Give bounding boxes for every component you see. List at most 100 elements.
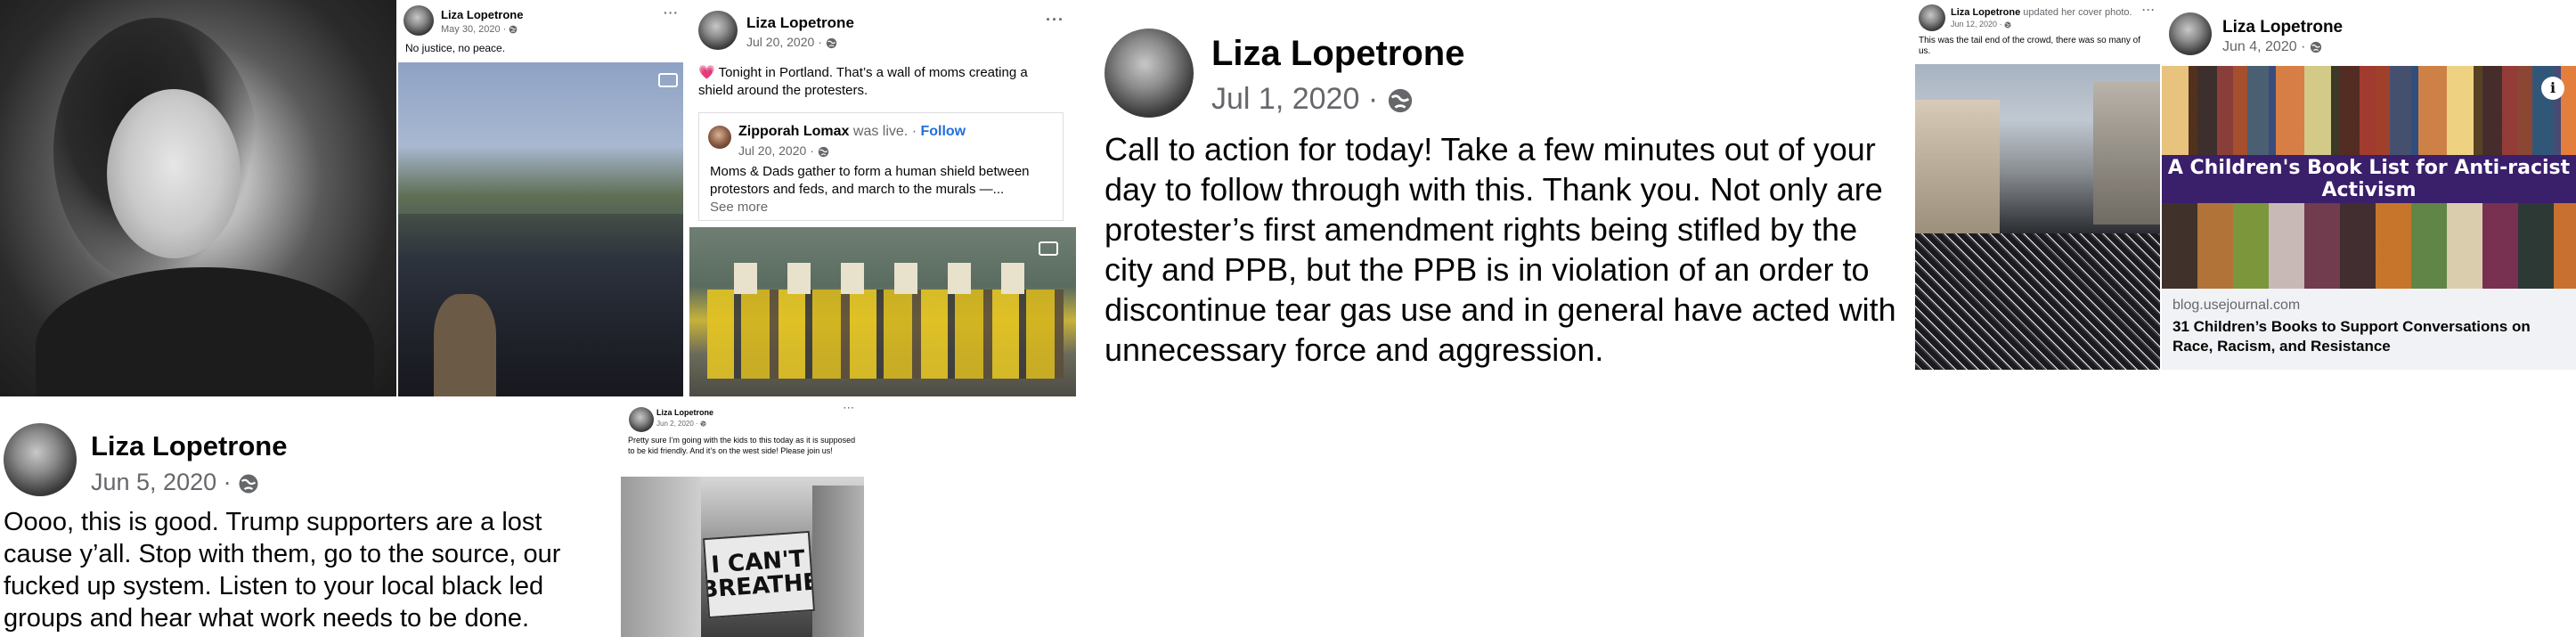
globe-icon: [1388, 88, 1412, 113]
author-name[interactable]: Liza Lopetrone: [656, 408, 713, 417]
globe-icon: [509, 25, 518, 34]
post-date-text: Jun 5, 2020: [91, 469, 217, 495]
post-no-justice: Liza Lopetrone May 30, 2020 · ··· No jus…: [398, 0, 683, 396]
video-icon[interactable]: [1039, 241, 1058, 256]
cover-header: Liza Lopetrone updated her cover photo.: [1951, 7, 2132, 18]
video-icon[interactable]: [658, 73, 678, 87]
post-text: 💗 Tonight in Portland. That’s a wall of …: [698, 65, 1028, 98]
separator: ·: [223, 469, 232, 495]
post-text: No justice, no peace.: [405, 42, 506, 54]
crowd-aerial-photo[interactable]: [1915, 64, 2160, 370]
link-preview-image[interactable]: A Children's Book List for Anti-racist A…: [2162, 66, 2576, 289]
shared-text: Moms & Dads gather to form a human shiel…: [710, 163, 1057, 216]
cover-action: updated her cover photo.: [2020, 7, 2132, 18]
portrait-face-shape: [107, 89, 240, 258]
post-date[interactable]: May 30, 2020 ·: [441, 24, 518, 35]
info-icon[interactable]: i: [2541, 77, 2564, 100]
post-date-text: May 30, 2020: [441, 24, 501, 35]
post-date[interactable]: Jun 5, 2020 ·: [91, 469, 259, 496]
shared-date[interactable]: Jul 20, 2020 ·: [738, 143, 829, 158]
author-name[interactable]: Liza Lopetrone: [1211, 34, 1464, 74]
post-text: Call to action for today! Take a few min…: [1105, 131, 1896, 368]
protest-sign: I CAN'T BREATHE: [703, 530, 815, 619]
avatar[interactable]: [1919, 4, 1945, 31]
portrait-shoulder-shape: [36, 267, 374, 396]
protest-sign-photo[interactable]: I CAN'T BREATHE: [621, 477, 864, 637]
globe-icon: [2310, 41, 2321, 53]
author-name[interactable]: Liza Lopetrone: [2222, 18, 2343, 37]
shared-header: Zipporah Lomax was live. · Follow: [738, 124, 966, 140]
post-date-text: Jul 1, 2020: [1211, 82, 1360, 116]
post-book-list: Liza Lopetrone Jun 4, 2020 · A Children'…: [2162, 0, 2576, 370]
author-name[interactable]: Liza Lopetrone: [91, 430, 287, 462]
separator: ·: [696, 420, 698, 428]
person-shape: [434, 294, 496, 396]
book-row-shape: [2162, 66, 2576, 155]
follow-button[interactable]: Follow: [920, 124, 966, 139]
post-date[interactable]: Jun 4, 2020 ·: [2222, 39, 2322, 55]
post-date[interactable]: Jun 12, 2020 ·: [1951, 20, 2011, 29]
avatar[interactable]: [2169, 12, 2212, 55]
building-shape: [621, 477, 701, 637]
avatar[interactable]: [698, 11, 738, 50]
post-trump-supporters: Liza Lopetrone Jun 5, 2020 · Oooo, this …: [0, 398, 619, 637]
globe-icon: [239, 474, 258, 494]
separator: ·: [502, 24, 507, 35]
book-list-banner: A Children's Book List for Anti-racist A…: [2162, 155, 2576, 203]
post-date[interactable]: Jun 2, 2020 ·: [656, 420, 706, 428]
globe-icon: [826, 37, 836, 48]
shared-live-card[interactable]: Zipporah Lomax was live. · Follow Jul 20…: [698, 112, 1064, 221]
avatar[interactable]: [708, 126, 731, 149]
marchers-shape: [707, 290, 1064, 379]
live-video-thumbnail[interactable]: [689, 227, 1076, 396]
more-options-icon[interactable]: ···: [664, 5, 679, 20]
shared-author-name[interactable]: Zipporah Lomax: [738, 124, 849, 139]
post-date-text: Jun 4, 2020: [2222, 39, 2297, 54]
post-date[interactable]: Jul 1, 2020 ·: [1211, 82, 1414, 117]
separator: ·: [810, 143, 814, 158]
separator: ·: [1367, 82, 1379, 116]
video-thumbnail[interactable]: [398, 62, 683, 396]
avatar[interactable]: [1105, 29, 1194, 118]
post-portland: Liza Lopetrone Jul 20, 2020 · ··· 💗 Toni…: [689, 0, 1076, 396]
post-text: Oooo, this is good. Trump supporters are…: [4, 508, 561, 633]
post-cover-photo: Liza Lopetrone updated her cover photo. …: [1915, 0, 2160, 370]
avatar[interactable]: [4, 423, 77, 496]
portrait-photo[interactable]: [0, 0, 396, 396]
book-row-shape: [2162, 203, 2576, 289]
link-title[interactable]: 31 Children’s Books to Support Conversat…: [2172, 317, 2564, 356]
separator: ·: [1999, 20, 2002, 29]
link-domain: blog.usejournal.com: [2172, 298, 2301, 313]
post-date-text: Jun 12, 2020: [1951, 20, 1998, 29]
post-call-to-action: Liza Lopetrone Jul 1, 2020 · Call to act…: [1078, 0, 1913, 396]
author-name[interactable]: Liza Lopetrone: [1951, 7, 2020, 18]
post-text: Pretty sure I’m going with the kids to t…: [628, 436, 856, 455]
more-options-icon[interactable]: ···: [844, 404, 855, 413]
building-shape: [2093, 82, 2160, 225]
globe-icon: [2004, 21, 2011, 29]
building-shape: [812, 486, 864, 637]
post-text: This was the tail end of the crowd, ther…: [1919, 36, 2141, 56]
shared-date-text: Jul 20, 2020: [738, 143, 807, 158]
post-date[interactable]: Jul 20, 2020 ·: [746, 35, 837, 49]
link-preview-footer[interactable]: blog.usejournal.com 31 Children’s Books …: [2162, 289, 2576, 370]
separator: ·: [2301, 39, 2306, 54]
shared-text-body: Moms & Dads gather to form a human shiel…: [710, 164, 1030, 197]
author-name[interactable]: Liza Lopetrone: [441, 8, 523, 21]
author-name[interactable]: Liza Lopetrone: [746, 14, 854, 32]
globe-icon: [818, 146, 828, 157]
avatar[interactable]: [404, 5, 434, 36]
separator: ·: [818, 35, 822, 49]
avatar[interactable]: [629, 407, 654, 432]
signs-shape: [734, 263, 1028, 294]
post-date-text: Jul 20, 2020: [746, 35, 815, 49]
shared-action: was live. ·: [849, 124, 921, 139]
crowd-shape: [1915, 233, 2160, 370]
more-options-icon[interactable]: ···: [2142, 4, 2156, 16]
building-shape: [1915, 100, 2000, 233]
see-more-link[interactable]: See more: [710, 200, 768, 215]
post-date-text: Jun 2, 2020: [656, 420, 694, 428]
post-kids-event: Liza Lopetrone Jun 2, 2020 · ··· Pretty …: [621, 398, 864, 637]
globe-icon: [700, 421, 706, 427]
more-options-icon[interactable]: ···: [1046, 11, 1064, 29]
